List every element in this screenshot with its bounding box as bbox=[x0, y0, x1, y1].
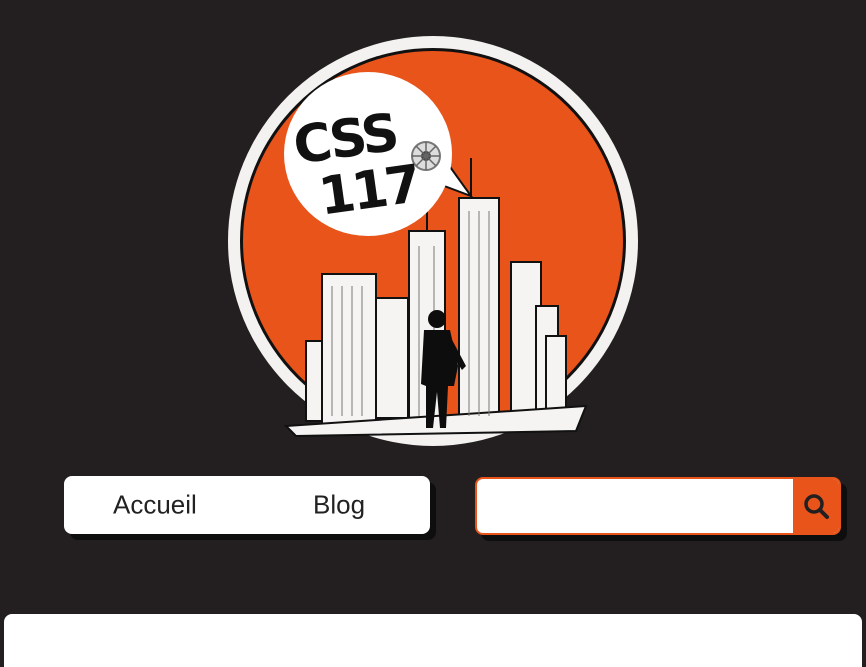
page: CSS 117 Accueil Blog bbox=[0, 0, 866, 667]
nav-item-accueil[interactable]: Accueil bbox=[113, 490, 197, 521]
search-input[interactable] bbox=[477, 479, 793, 533]
search-form bbox=[475, 477, 841, 535]
bullet-hole-icon bbox=[411, 141, 441, 171]
search-button[interactable] bbox=[793, 479, 839, 533]
nav-item-blog[interactable]: Blog bbox=[313, 490, 365, 521]
search-icon bbox=[804, 494, 829, 519]
main-nav: Accueil Blog bbox=[64, 476, 430, 534]
logo-graphic: CSS 117 bbox=[228, 36, 638, 446]
main-content-panel bbox=[4, 614, 862, 667]
site-logo[interactable]: CSS 117 bbox=[226, 36, 640, 446]
